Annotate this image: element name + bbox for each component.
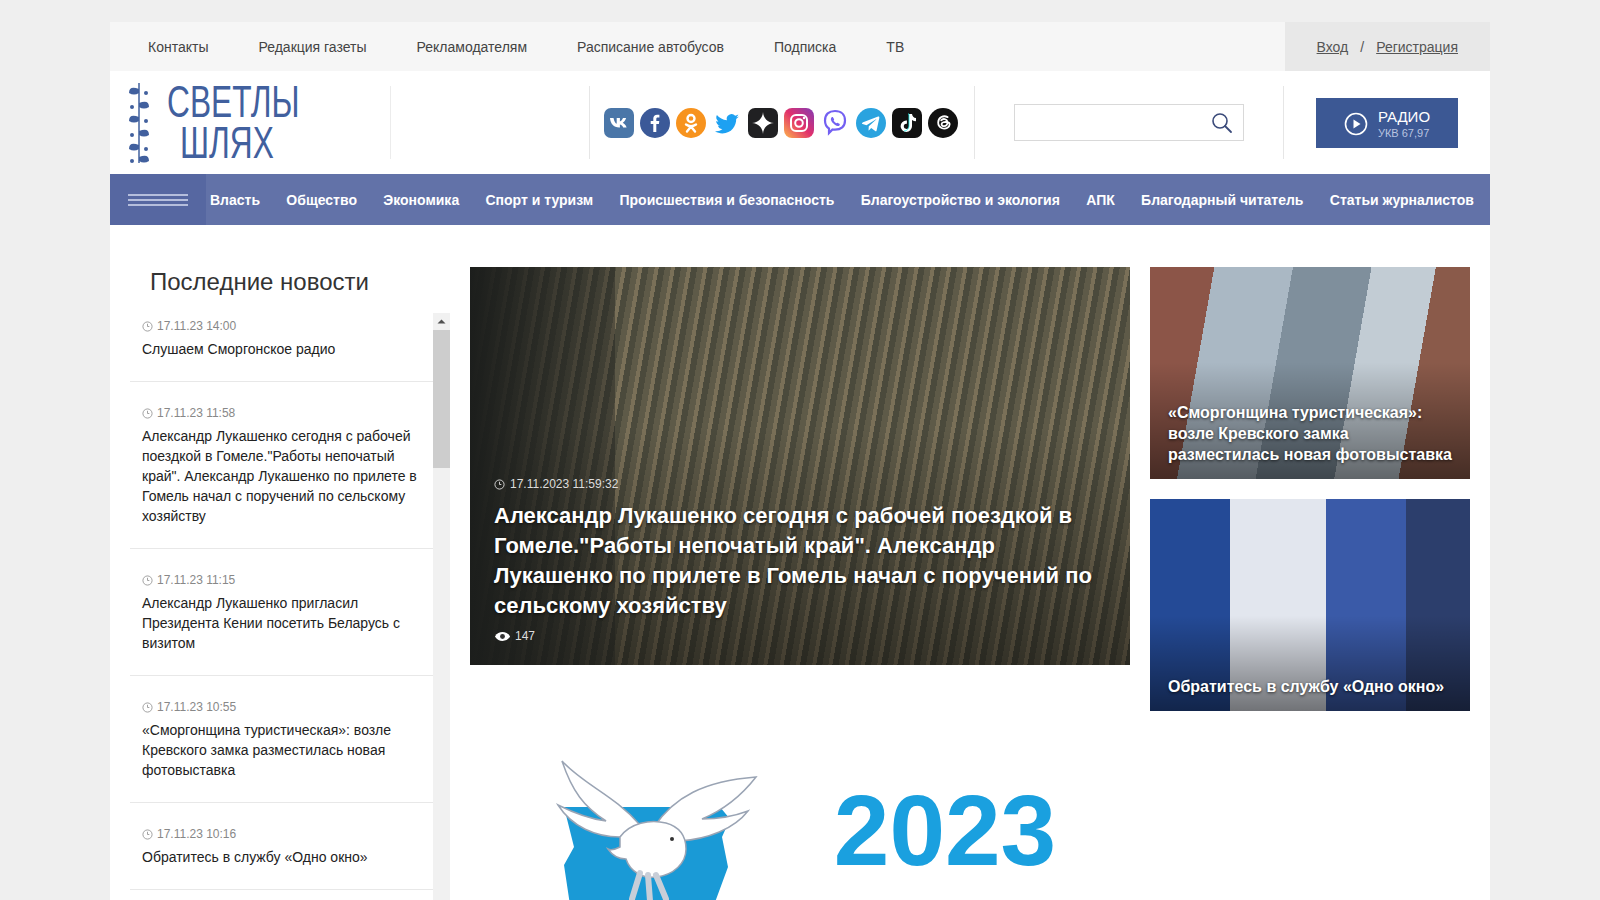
- header: СВЕТЛЫ ШЛЯХ РАДИО УКВ 67,97: [110, 71, 1490, 174]
- news-time: 17.11.23 14:00: [142, 319, 421, 333]
- instagram-icon[interactable]: [784, 108, 814, 138]
- top-link[interactable]: Расписание автобусов: [577, 39, 724, 55]
- top-link[interactable]: Контакты: [148, 39, 208, 55]
- nav-item[interactable]: АПК: [1086, 192, 1115, 208]
- banner-year: 2023: [834, 780, 1056, 880]
- tiktok-icon[interactable]: [892, 108, 922, 138]
- facebook-icon[interactable]: [640, 108, 670, 138]
- side-card[interactable]: Обратитесь в службу «Одно окно»: [1150, 499, 1470, 711]
- logo[interactable]: СВЕТЛЫ ШЛЯХ: [110, 86, 391, 159]
- top-link[interactable]: Подписка: [774, 39, 836, 55]
- nav-item[interactable]: Экономика: [383, 192, 459, 208]
- news-title: Александр Лукашенко сегодня с рабочей по…: [142, 426, 421, 526]
- twitter-icon[interactable]: [712, 108, 742, 138]
- main-content: Последние новости 17.11.23 14:00 Слушаем…: [110, 225, 1490, 900]
- news-item[interactable]: 17.11.23 14:00 Слушаем Сморгонское радио: [130, 313, 433, 382]
- nav-item[interactable]: Благодарный читатель: [1141, 192, 1303, 208]
- magnifier-icon[interactable]: [1211, 112, 1233, 134]
- top-links: Контакты Редакция газеты Рекламодателям Рас…: [110, 22, 904, 71]
- logo-text: СВЕТЛЫ ШЛЯХ: [167, 82, 300, 163]
- zen-icon[interactable]: [748, 108, 778, 138]
- logo-line: СВЕТЛЫ: [167, 82, 300, 122]
- nav-item[interactable]: Спорт и туризм: [485, 192, 593, 208]
- dove-icon: [544, 755, 774, 900]
- radio-button[interactable]: РАДИО УКВ 67,97: [1316, 98, 1458, 148]
- scrollbar-thumb[interactable]: [433, 330, 450, 468]
- clock-icon: [142, 575, 153, 586]
- page: Контакты Редакция газеты Рекламодателям Рас…: [110, 22, 1490, 900]
- nav-item[interactable]: Благоустройство и экология: [861, 192, 1060, 208]
- news-item[interactable]: 17.11.23 11:15 Александр Лукашенко пригл…: [130, 549, 433, 676]
- side-card-title: «Сморгонщина туристическая»: возле Кревс…: [1168, 402, 1452, 465]
- radio-frequency: УКВ 67,97: [1378, 127, 1430, 139]
- latest-news: Последние новости 17.11.23 14:00 Слушаем…: [130, 267, 450, 900]
- clock-icon: [142, 321, 153, 332]
- side-card-title: Обратитесь в службу «Одно окно»: [1168, 676, 1452, 697]
- news-title: Александр Лукашенко пригласил Президента…: [142, 593, 421, 653]
- vk-icon[interactable]: [604, 108, 634, 138]
- hamburger-icon: [128, 193, 188, 207]
- telegram-icon[interactable]: [856, 108, 886, 138]
- news-title: Обратитесь в службу «Одно окно»: [142, 847, 421, 867]
- viber-icon[interactable]: [820, 108, 850, 138]
- featured-title: Александр Лукашенко сегодня с рабочей по…: [494, 501, 1100, 621]
- latest-news-list: 17.11.23 14:00 Слушаем Сморгонское радио…: [130, 313, 433, 900]
- latest-news-title: Последние новости: [130, 267, 450, 297]
- news-item[interactable]: 17.11.23 10:55 «Сморгонщина туристическа…: [130, 676, 433, 803]
- threads-icon[interactable]: [928, 108, 958, 138]
- news-title: Слушаем Сморгонское радио: [142, 339, 421, 359]
- news-time: 17.11.23 11:58: [142, 406, 421, 420]
- top-link[interactable]: Рекламодателям: [417, 39, 527, 55]
- top-bar: Контакты Редакция газеты Рекламодателям Рас…: [110, 22, 1490, 71]
- nav-item[interactable]: Статьи журналистов: [1330, 192, 1474, 208]
- menu-button[interactable]: [110, 174, 206, 225]
- banner[interactable]: 2023: [470, 755, 1130, 900]
- nav-items: Власть Общество Экономика Спорт и туризм Про…: [206, 174, 1490, 225]
- clock-icon: [142, 829, 153, 840]
- nav-item[interactable]: Общество: [286, 192, 357, 208]
- featured-card[interactable]: 17.11.2023 11:59:32 Александр Лукашенко …: [470, 267, 1130, 665]
- search-input[interactable]: [1015, 105, 1211, 140]
- featured-column: 17.11.2023 11:59:32 Александр Лукашенко …: [470, 267, 1130, 900]
- side-card[interactable]: «Сморгонщина туристическая»: возле Кревс…: [1150, 267, 1470, 479]
- header-spacer: [391, 86, 590, 159]
- scrollbar[interactable]: [433, 313, 450, 900]
- social-links: [590, 86, 975, 159]
- top-link[interactable]: Редакция газеты: [258, 39, 366, 55]
- clock-icon: [494, 479, 505, 490]
- ok-icon[interactable]: [676, 108, 706, 138]
- auth-separator: /: [1360, 39, 1364, 55]
- main-nav: Власть Общество Экономика Спорт и туризм Про…: [110, 174, 1490, 225]
- news-title: «Сморгонщина туристическая»: возле Кревс…: [142, 720, 421, 780]
- logo-line: ШЛЯХ: [167, 123, 300, 163]
- ornament-icon: [127, 81, 151, 165]
- clock-icon: [142, 702, 153, 713]
- auth-box: Вход / Регистрация: [1285, 22, 1490, 71]
- radio-text: РАДИО УКВ 67,97: [1378, 108, 1430, 139]
- top-link[interactable]: ТВ: [886, 39, 904, 55]
- nav-item[interactable]: Власть: [210, 192, 260, 208]
- search-area: [975, 86, 1284, 159]
- news-item[interactable]: 17.11.23 11:58 Александр Лукашенко сегод…: [130, 382, 433, 549]
- radio-area: РАДИО УКВ 67,97: [1284, 86, 1490, 159]
- featured-time: 17.11.2023 11:59:32: [494, 477, 1100, 491]
- clock-icon: [142, 408, 153, 419]
- register-link[interactable]: Регистрация: [1376, 39, 1458, 55]
- scroll-up-icon[interactable]: [433, 313, 450, 330]
- login-link[interactable]: Вход: [1317, 39, 1349, 55]
- radio-label: РАДИО: [1378, 108, 1430, 125]
- search-box: [1014, 104, 1244, 141]
- side-cards: «Сморгонщина туристическая»: возле Кревс…: [1150, 267, 1470, 711]
- play-icon: [1344, 112, 1368, 136]
- news-item[interactable]: 17.11.23 10:16 Обратитесь в службу «Одно…: [130, 803, 433, 890]
- nav-item[interactable]: Происшествия и безопасность: [619, 192, 834, 208]
- featured-views: 147: [494, 629, 1100, 643]
- news-time: 17.11.23 10:55: [142, 700, 421, 714]
- news-time: 17.11.23 10:16: [142, 827, 421, 841]
- eye-icon: [494, 631, 511, 642]
- news-time: 17.11.23 11:15: [142, 573, 421, 587]
- latest-news-box: 17.11.23 14:00 Слушаем Сморгонское радио…: [130, 313, 450, 900]
